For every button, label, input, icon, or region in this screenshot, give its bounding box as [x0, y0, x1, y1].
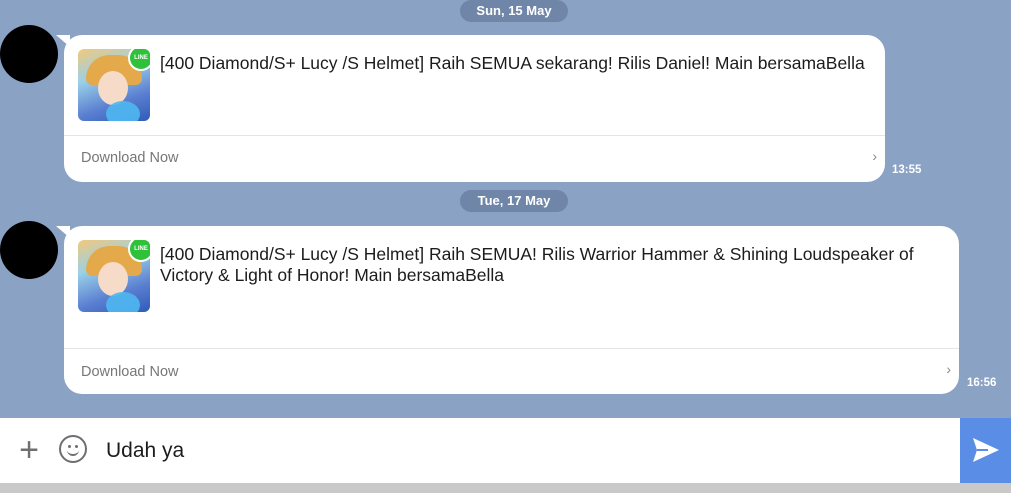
- avatar[interactable]: [0, 25, 58, 83]
- game-thumbnail[interactable]: LINE: [78, 240, 150, 312]
- date-separator: Sun, 15 May: [460, 0, 568, 22]
- chevron-right-icon[interactable]: ›: [946, 361, 951, 377]
- chat-area: Sun, 15 May LINE [400 Diamond/S+ Lucy /S…: [0, 0, 1011, 418]
- message-input-bar: +: [0, 418, 1011, 483]
- plus-icon[interactable]: +: [14, 433, 44, 467]
- chevron-right-icon[interactable]: ›: [872, 148, 877, 164]
- download-now-link[interactable]: Download Now: [81, 150, 179, 166]
- card-divider: [64, 135, 885, 136]
- thumbnail-orb: [106, 292, 140, 312]
- thumbnail-face: [98, 262, 128, 296]
- message-card[interactable]: LINE [400 Diamond/S+ Lucy /S Helmet] Rai…: [56, 226, 959, 394]
- date-separator: Tue, 17 May: [460, 190, 568, 212]
- smiley-mouth: [67, 448, 79, 456]
- send-icon: [973, 438, 999, 462]
- thumbnail-orb: [106, 101, 140, 121]
- download-now-link[interactable]: Download Now: [81, 364, 179, 380]
- game-thumbnail[interactable]: LINE: [78, 49, 150, 121]
- message-card[interactable]: LINE [400 Diamond/S+ Lucy /S Helmet] Rai…: [56, 35, 885, 182]
- card-divider: [64, 348, 959, 349]
- message-time: 16:56: [967, 377, 997, 389]
- message-text: [400 Diamond/S+ Lucy /S Helmet] Raih SEM…: [160, 244, 914, 285]
- message-text: [400 Diamond/S+ Lucy /S Helmet] Raih SEM…: [160, 53, 865, 73]
- thumbnail-face: [98, 71, 128, 105]
- message-time: 13:55: [892, 164, 922, 176]
- send-button[interactable]: [960, 418, 1011, 483]
- smiley-icon[interactable]: [59, 435, 87, 463]
- message-input[interactable]: [106, 436, 926, 466]
- avatar[interactable]: [0, 221, 58, 279]
- system-bar: [0, 483, 1011, 493]
